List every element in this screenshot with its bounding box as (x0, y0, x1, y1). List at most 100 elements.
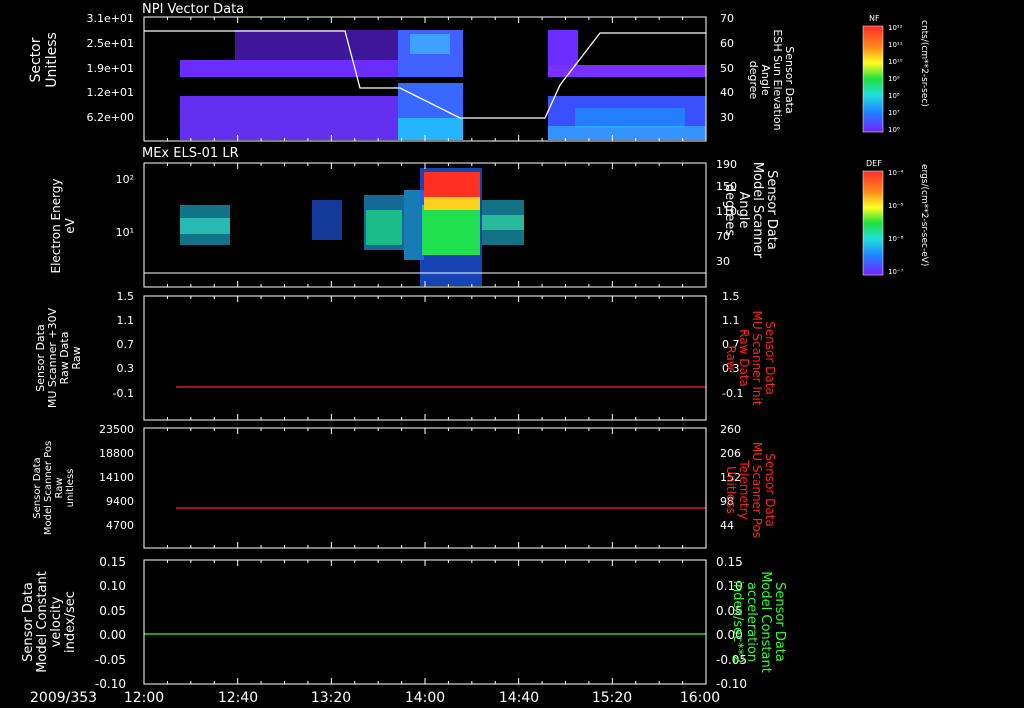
svg-text:degrees: degrees (722, 184, 737, 237)
heat-band (410, 34, 450, 54)
svg-text:MU Scanner Init: MU Scanner Init (750, 310, 764, 405)
svg-text:Model Scanner Pos: Model Scanner Pos (43, 441, 54, 535)
time-tick-label: 13:20 (311, 690, 351, 706)
svg-text:Raw: Raw (724, 345, 738, 370)
axes-frame (143, 559, 707, 685)
colorbar-tick: 10⁸ (888, 92, 900, 100)
heat-block (366, 210, 402, 245)
y-tick-label: 14100 (99, 471, 134, 484)
y-tick-label: 0.7 (117, 338, 135, 351)
axes-frame (143, 427, 707, 549)
svg-text:Raw: Raw (70, 346, 83, 369)
time-axis: 2009/353 12:00 12:40 13:20 14:00 14:40 1… (30, 690, 720, 706)
heat-block (422, 205, 480, 255)
y-axis-label: Sensor Data Model Constant velocity inde… (21, 571, 78, 673)
panel-npi: NPI Vector Data 3.1e+01 2.5e+01 1.9e+01 … (28, 2, 796, 142)
colorbar-tick: 10⁶ (888, 126, 900, 134)
y-tick-label: 0.3 (117, 362, 135, 375)
heat-band (548, 126, 706, 140)
heat-block (180, 218, 230, 234)
svg-text:Telemetry: Telemetry (737, 459, 751, 519)
y-tick-label: 0.00 (99, 628, 126, 642)
y-tick-label: -0.10 (95, 677, 126, 691)
heatmap-els (180, 168, 524, 286)
y-axis-label: Electron Energy eV (49, 178, 77, 273)
colorbar-gradient (862, 25, 884, 133)
right-tick-label: 260 (720, 423, 741, 436)
y-axis-label: Sensor Data Model Scanner Pos Raw unitle… (32, 441, 76, 535)
panel-title-els: MEx ELS-01 LR (142, 146, 239, 161)
svg-text:MU Scanner Pos: MU Scanner Pos (750, 442, 764, 538)
y-tick-label: 0.10 (99, 579, 126, 593)
colorbar-tick: 10¹¹ (888, 41, 903, 49)
time-tick-label: 12:00 (124, 690, 164, 706)
svg-text:Unitless: Unitless (724, 466, 738, 514)
right-tick-label: 30 (720, 111, 734, 124)
svg-text:Raw Data: Raw Data (737, 329, 751, 387)
colorbar-tick: 10⁷ (888, 109, 900, 117)
y-tick-label: 10¹ (116, 226, 134, 239)
right-tick-label: -0.10 (716, 677, 747, 691)
heatmap-npi (180, 30, 706, 140)
svg-text:degree: degree (747, 61, 760, 100)
right-tick-label: 70 (720, 12, 734, 25)
heat-band (575, 108, 685, 128)
right-tick-label: 0.15 (716, 555, 743, 569)
colorbar-def: DEF 10⁻⁴ 10⁻⁵ 10⁻⁶ 10⁻⁷ ergs/(cm**2-sr-s… (862, 159, 929, 276)
y-tick-label: 0.05 (99, 604, 126, 618)
right-tick-label: 1.1 (722, 314, 740, 327)
heat-band (548, 65, 706, 77)
colorbar-tick: 10⁻⁶ (888, 235, 904, 243)
svg-text:Sensor Data: Sensor Data (32, 457, 43, 518)
colorbar-tick: 10⁻⁴ (888, 169, 904, 177)
svg-text:Sensor Data: Sensor Data (764, 170, 779, 250)
time-tick-label: 15:20 (592, 690, 632, 706)
colorbar-label: DEF (866, 159, 882, 168)
right-tick-label: 50 (720, 62, 734, 75)
time-tick-label: 16:00 (680, 690, 720, 706)
svg-text:Sector: Sector (28, 37, 44, 82)
svg-text:ergs/(cm**2-sr-sec-eV): ergs/(cm**2-sr-sec-eV) (919, 164, 929, 266)
heat-block (482, 215, 524, 230)
y-tick-label: 1.2e+01 (87, 86, 134, 99)
y-axis-label: Sector Unitless (28, 32, 60, 88)
colorbar-tick: 10⁻⁷ (888, 268, 904, 276)
colorbar-nf: NF 10¹² 10¹¹ 10¹⁰ 10⁹ 10⁸ 10⁷ 10⁶ cnts/(… (862, 14, 929, 134)
colorbar-tick: 10⁻⁵ (888, 202, 904, 210)
panel-title-npi: NPI Vector Data (142, 2, 244, 17)
y-tick-label: 9400 (106, 495, 134, 508)
heat-block (424, 172, 480, 197)
time-tick-label: 12:40 (218, 690, 258, 706)
heat-band (548, 30, 578, 65)
svg-text:Raw: Raw (54, 477, 65, 498)
panel-els: MEx ELS-01 LR 10² 10¹ 190 150 110 70 30 … (49, 146, 779, 288)
right-tick-label: 1.5 (722, 290, 740, 303)
right-axis-label: Sensor Data ESH Sun Elevation Angle degr… (747, 29, 796, 130)
svg-text:acceleration: acceleration (744, 582, 759, 662)
time-tick-label: 14:40 (499, 690, 539, 706)
svg-text:Model Constant: Model Constant (758, 571, 773, 673)
y-tick-label: 18800 (99, 447, 134, 460)
panel-scanner-pos: 23500 18800 14100 9400 4700 260 206 152 … (32, 423, 777, 549)
right-axis-label: Sensor Data Model Constant acceleration … (730, 571, 787, 673)
right-tick-label: 40 (720, 86, 734, 99)
colorbar-gradient (862, 170, 884, 276)
right-tick-label: 206 (720, 447, 741, 460)
y-tick-label: 1.1 (117, 314, 135, 327)
y-tick-label: -0.05 (95, 653, 126, 667)
y-tick-label: 4700 (106, 519, 134, 532)
svg-text:Sensor Data: Sensor Data (21, 582, 36, 662)
y-axis-label: Sensor Data MU Scanner +30V Raw Data Raw (34, 307, 83, 408)
heat-band (235, 30, 398, 60)
svg-text:index/sec: index/sec (63, 591, 78, 653)
heat-band (398, 118, 463, 140)
y-tick-label: 10² (116, 173, 134, 186)
right-tick-label: 44 (720, 519, 734, 532)
y-tick-label: 1.5 (117, 290, 135, 303)
svg-text:index/sec**2: index/sec**2 (730, 580, 745, 663)
svg-text:eV: eV (63, 217, 77, 233)
svg-text:Model Constant: Model Constant (35, 571, 50, 673)
y-tick-label: 6.2e+00 (87, 111, 134, 124)
colorbar-label: NF (869, 14, 880, 23)
colorbar-units: ergs/(cm**2-sr-sec-eV) (919, 164, 929, 266)
